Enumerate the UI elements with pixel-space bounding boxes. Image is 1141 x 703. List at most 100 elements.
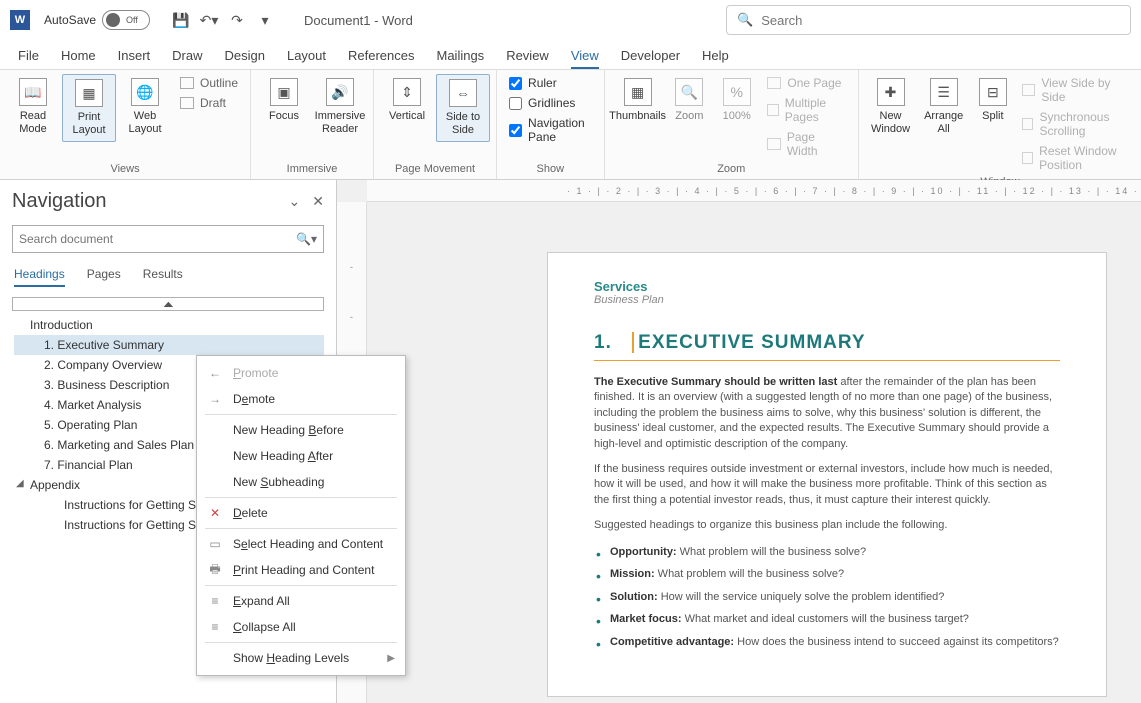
group-label: Zoom (611, 161, 852, 177)
nav-close-icon[interactable]: ✕ (312, 193, 324, 210)
nav-item[interactable]: Introduction (14, 315, 324, 335)
page-header-subtitle: Business Plan (594, 294, 1060, 306)
ctx-show-heading-levels[interactable]: Show Heading Levels▶ (197, 645, 405, 671)
ctx-new-heading-before[interactable]: New Heading Before (197, 417, 405, 443)
arrange-all-button[interactable]: ☰Arrange All (918, 74, 969, 140)
ctx-delete[interactable]: ✕Delete (197, 500, 405, 526)
expand-icon: ≡ (207, 593, 223, 609)
autosave-label: AutoSave (44, 13, 96, 27)
gridlines-checkbox[interactable]: Gridlines (509, 96, 592, 110)
ctx-new-heading-after[interactable]: New Heading After (197, 443, 405, 469)
arrange-all-icon: ☰ (930, 78, 958, 106)
immersive-reader-button[interactable]: 🔊Immersive Reader (313, 74, 367, 140)
page-width-button[interactable]: Page Width (767, 130, 846, 158)
separator (205, 642, 397, 643)
autosave-control[interactable]: AutoSave Off (44, 10, 150, 30)
view-side-by-side-button[interactable]: View Side by Side (1022, 76, 1129, 104)
focus-button[interactable]: ▣Focus (257, 74, 311, 127)
navigation-pane-checkbox[interactable]: Navigation Pane (509, 116, 592, 144)
nav-dropdown-icon[interactable]: ⌄ (289, 193, 301, 210)
side-to-side-button[interactable]: ⇔Side to Side (436, 74, 490, 142)
group-zoom: ▦Thumbnails 🔍Zoom %100% One Page Multipl… (605, 70, 859, 179)
nav-collapse-bar[interactable]: ▲ (12, 297, 324, 311)
document-page[interactable]: Services Business Plan 1. EXECUTIVE SUMM… (547, 252, 1107, 697)
nav-item[interactable]: 1. Executive Summary (14, 335, 324, 355)
toggle-knob (106, 13, 120, 27)
chevron-down-icon[interactable]: ◢ (16, 478, 24, 489)
ctx-promote: ←Promote (197, 360, 405, 386)
tab-developer[interactable]: Developer (621, 48, 680, 69)
arrow-left-icon: ← (207, 365, 223, 381)
chevron-up-icon: ▲ (160, 299, 176, 309)
tab-home[interactable]: Home (61, 48, 96, 69)
tab-layout[interactable]: Layout (287, 48, 326, 69)
ctx-print-heading[interactable]: 🖶Print Heading and Content (197, 557, 405, 583)
autosave-toggle[interactable]: Off (102, 10, 150, 30)
redo-icon[interactable]: ↷ (228, 11, 246, 29)
nav-tab-pages[interactable]: Pages (87, 267, 121, 287)
sync-scroll-icon (1022, 118, 1033, 130)
paragraph: Suggested headings to organize this busi… (594, 518, 1060, 533)
split-button[interactable]: ⊟Split (971, 74, 1014, 127)
navigation-title: Navigation (12, 190, 107, 213)
nav-search-input[interactable] (19, 232, 296, 246)
tab-file[interactable]: File (18, 48, 39, 69)
nav-tabs: Headings Pages Results (12, 267, 324, 287)
nav-tab-headings[interactable]: Headings (14, 267, 65, 287)
web-layout-button[interactable]: 🌐Web Layout (118, 74, 172, 140)
nav-tab-results[interactable]: Results (143, 267, 183, 287)
page-wrap: Services Business Plan 1. EXECUTIVE SUMM… (367, 202, 1141, 703)
tab-design[interactable]: Design (225, 48, 265, 69)
paragraph: If the business requires outside investm… (594, 462, 1060, 508)
split-icon: ⊟ (979, 78, 1007, 106)
immersive-reader-icon: 🔊 (326, 78, 354, 106)
ctx-select-heading[interactable]: ▭Select Heading and Content (197, 531, 405, 557)
collapse-icon: ≡ (207, 619, 223, 635)
search-input[interactable] (761, 13, 1120, 28)
group-immersive: ▣Focus 🔊Immersive Reader Immersive (251, 70, 374, 179)
ctx-expand-all[interactable]: ≡Expand All (197, 588, 405, 614)
thumbnails-button[interactable]: ▦Thumbnails (611, 74, 665, 127)
select-icon: ▭ (207, 536, 223, 552)
tab-insert[interactable]: Insert (118, 48, 151, 69)
read-mode-button[interactable]: 📖Read Mode (6, 74, 60, 140)
undo-icon[interactable]: ↶▾ (200, 11, 218, 29)
tab-help[interactable]: Help (702, 48, 729, 69)
draft-button[interactable]: Draft (180, 96, 238, 110)
navigation-pane: Navigation ⌄ ✕ 🔍▾ Headings Pages Results… (0, 180, 337, 703)
ctx-collapse-all[interactable]: ≡Collapse All (197, 614, 405, 640)
print-layout-button[interactable]: ▦Print Layout (62, 74, 116, 142)
ctx-new-subheading[interactable]: New Subheading (197, 469, 405, 495)
tab-references[interactable]: References (348, 48, 414, 69)
hundred-pct-button[interactable]: %100% (714, 74, 759, 127)
nav-search-box[interactable]: 🔍▾ (12, 225, 324, 253)
print-layout-icon: ▦ (75, 79, 103, 107)
tab-mailings[interactable]: Mailings (437, 48, 485, 69)
list-item: Market focus: What market and ideal cust… (594, 611, 1060, 628)
nav-search-icon[interactable]: 🔍▾ (296, 232, 317, 246)
horizontal-ruler[interactable]: · 1 · | · 2 · | · 3 · | · 4 · | · 5 · | … (367, 180, 1141, 202)
synchronous-scrolling-button[interactable]: Synchronous Scrolling (1022, 110, 1129, 138)
one-page-button[interactable]: One Page (767, 76, 846, 90)
multiple-pages-button[interactable]: Multiple Pages (767, 96, 846, 124)
hundred-pct-icon: % (723, 78, 751, 106)
tab-review[interactable]: Review (506, 48, 549, 69)
list-item: Opportunity: What problem will the busin… (594, 544, 1060, 561)
search-box[interactable]: 🔍 (726, 5, 1131, 35)
new-window-button[interactable]: ✚New Window (865, 74, 916, 140)
heading-number: 1. (594, 332, 612, 353)
reset-window-button[interactable]: Reset Window Position (1022, 144, 1129, 172)
zoom-button[interactable]: 🔍Zoom (667, 74, 712, 127)
vertical-button[interactable]: ⇕Vertical (380, 74, 434, 127)
context-menu: ←Promote →Demote New Heading Before New … (196, 355, 406, 676)
document-title: Document1 - Word (304, 13, 413, 28)
document-area: · 1 · | · 2 · | · 3 · | · 4 · | · 5 · | … (337, 180, 1141, 703)
ctx-demote[interactable]: →Demote (197, 386, 405, 412)
save-icon[interactable]: 💾 (172, 11, 190, 29)
one-page-icon (767, 77, 781, 89)
tab-view[interactable]: View (571, 48, 599, 69)
ruler-checkbox[interactable]: Ruler (509, 76, 592, 90)
qat-customize-icon[interactable]: ▾ (256, 11, 274, 29)
tab-draw[interactable]: Draw (172, 48, 202, 69)
outline-button[interactable]: Outline (180, 76, 238, 90)
